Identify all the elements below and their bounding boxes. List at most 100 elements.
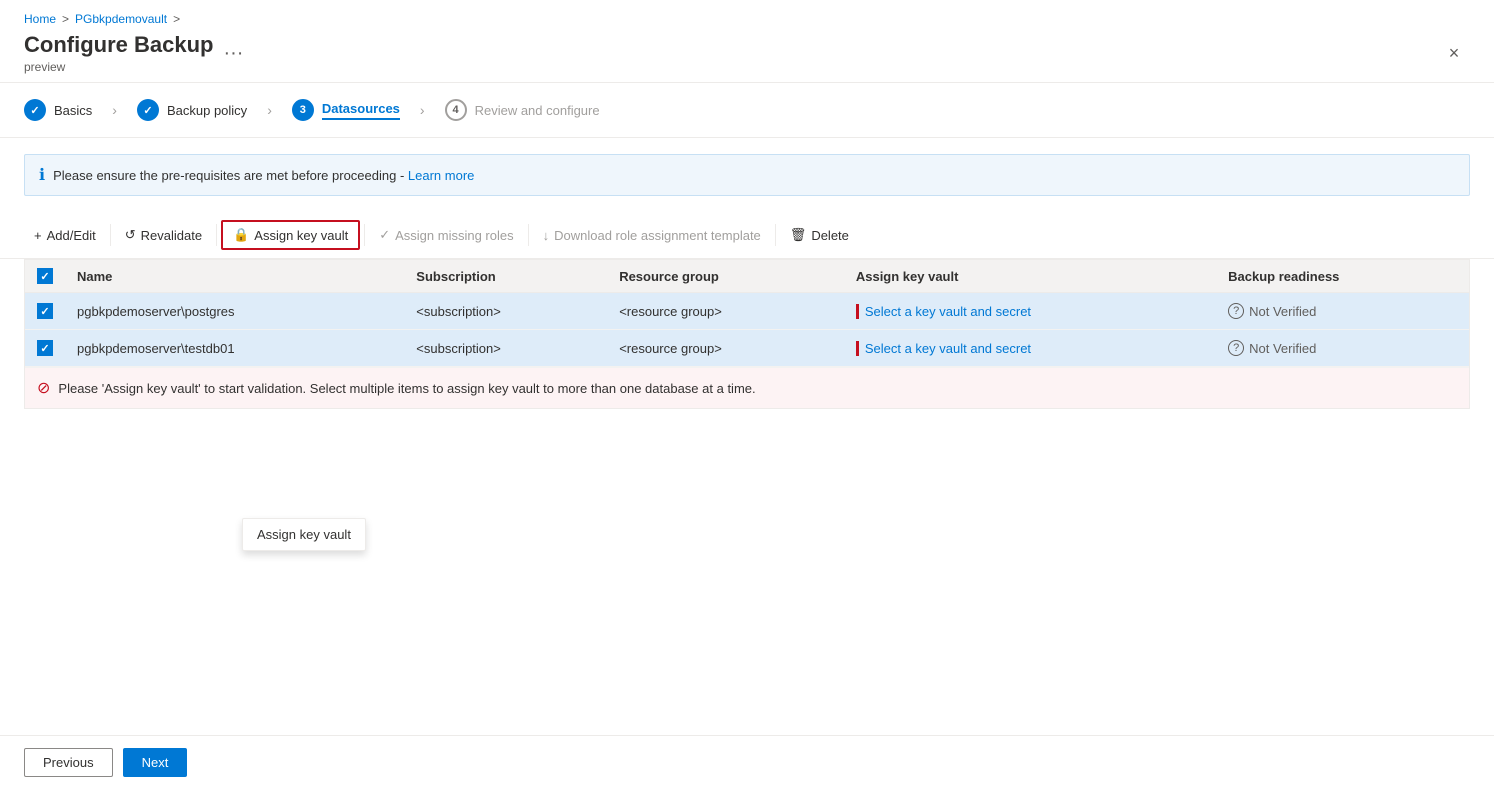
col-subscription: Subscription	[404, 260, 607, 293]
error-icon: ⊘	[37, 378, 50, 398]
learn-more-link[interactable]: Learn more	[408, 168, 474, 183]
row2-backup-readiness: ? Not Verified	[1216, 330, 1469, 367]
row1-not-verified: ? Not Verified	[1228, 303, 1457, 319]
steps-bar: ✓ Basics › ✓ Backup policy › 3 Datasourc…	[0, 83, 1494, 138]
step-datasources[interactable]: 3 Datasources	[276, 99, 416, 121]
col-assign-key-vault: Assign key vault	[844, 260, 1216, 293]
revalidate-icon: ↺	[125, 227, 136, 243]
row1-checkbox[interactable]: ✓	[37, 303, 53, 319]
datasources-table: ✓ Name Subscription Resource group Assig…	[25, 260, 1469, 367]
add-edit-label: Add/Edit	[47, 228, 96, 243]
row1-name: pgbkpdemoserver\postgres	[65, 293, 404, 330]
table-header-row: ✓ Name Subscription Resource group Assig…	[25, 260, 1469, 293]
row1-checkbox-cell: ✓	[25, 293, 65, 330]
add-icon: +	[34, 228, 42, 243]
row2-resource-group: <resource group>	[607, 330, 844, 367]
row2-assign-key-vault: Select a key vault and secret	[844, 330, 1216, 367]
close-button[interactable]: ×	[1438, 37, 1470, 69]
download-icon: ↓	[543, 228, 550, 243]
row1-question-icon: ?	[1228, 303, 1244, 319]
subtitle-text: preview	[24, 60, 213, 74]
delete-label: Delete	[811, 228, 849, 243]
row1-assign-key-vault: Select a key vault and secret	[844, 293, 1216, 330]
step-backup-policy[interactable]: ✓ Backup policy	[121, 99, 263, 121]
check-icon: ✓	[379, 227, 390, 243]
select-all-check: ✓	[40, 270, 49, 283]
assign-key-vault-tooltip: Assign key vault	[242, 518, 366, 551]
step-basics-label: Basics	[54, 103, 92, 118]
revalidate-label: Revalidate	[141, 228, 202, 243]
toolbar-sep-1	[110, 224, 111, 246]
step-datasources-circle: 3	[292, 99, 314, 121]
toolbar-sep-3	[364, 224, 365, 246]
assign-missing-roles-label: Assign missing roles	[395, 228, 514, 243]
info-text: Please ensure the pre-requisites are met…	[53, 168, 474, 183]
step-policy-label: Backup policy	[167, 103, 247, 118]
row1-resource-group: <resource group>	[607, 293, 844, 330]
table-container: ✓ Name Subscription Resource group Assig…	[24, 259, 1470, 409]
error-banner: ⊘ Please 'Assign key vault' to start val…	[25, 367, 1469, 408]
row2-checkbox-cell: ✓	[25, 330, 65, 367]
header: Home > PGbkpdemovault > Configure Backup…	[0, 0, 1494, 83]
col-checkbox: ✓	[25, 260, 65, 293]
select-all-checkbox[interactable]: ✓	[37, 268, 53, 284]
error-text: Please 'Assign key vault' to start valid…	[58, 381, 755, 396]
step-review-label: Review and configure	[475, 103, 600, 118]
previous-button[interactable]: Previous	[24, 748, 113, 777]
row1-check: ✓	[40, 305, 49, 318]
main-content: ℹ Please ensure the pre-requisites are m…	[0, 138, 1494, 789]
toolbar-sep-5	[775, 224, 776, 246]
row2-check: ✓	[40, 342, 49, 355]
breadcrumb-sep1: >	[62, 12, 69, 26]
assign-key-vault-label: Assign key vault	[254, 228, 348, 243]
row1-backup-readiness: ? Not Verified	[1216, 293, 1469, 330]
col-backup-readiness: Backup readiness	[1216, 260, 1469, 293]
step-sep-3: ›	[416, 102, 429, 118]
page-container: Home > PGbkpdemovault > Configure Backup…	[0, 0, 1494, 789]
row1-key-vault-link[interactable]: Select a key vault and secret	[856, 304, 1031, 319]
toolbar-sep-2	[216, 224, 217, 246]
key-vault-icon: 🔒	[233, 227, 249, 243]
step-sep-2: ›	[263, 102, 276, 118]
table-row: ✓ pgbkpdemoserver\postgres <subscription…	[25, 293, 1469, 330]
revalidate-button[interactable]: ↺ Revalidate	[115, 222, 212, 248]
step-policy-circle: ✓	[137, 99, 159, 121]
toolbar-sep-4	[528, 224, 529, 246]
row2-key-vault-link[interactable]: Select a key vault and secret	[856, 341, 1031, 356]
step-basics-circle: ✓	[24, 99, 46, 121]
download-template-button[interactable]: ↓ Download role assignment template	[533, 223, 771, 248]
more-options-button[interactable]: ···	[223, 42, 243, 65]
delete-icon: 🗑	[790, 227, 807, 243]
title-text: Configure Backup	[24, 32, 213, 58]
page-title: Configure Backup preview	[24, 32, 213, 74]
title-row: Configure Backup preview ··· ×	[24, 32, 1470, 74]
col-resource-group: Resource group	[607, 260, 844, 293]
footer: Previous Next	[0, 735, 1494, 789]
toolbar: + Add/Edit ↺ Revalidate 🔒 Assign key vau…	[0, 212, 1494, 259]
step-basics[interactable]: ✓ Basics	[24, 99, 108, 121]
step-sep-1: ›	[108, 102, 121, 118]
breadcrumb-sep2: >	[173, 12, 180, 26]
row2-not-verified: ? Not Verified	[1228, 340, 1457, 356]
next-button[interactable]: Next	[123, 748, 188, 777]
row2-name: pgbkpdemoserver\testdb01	[65, 330, 404, 367]
info-banner: ℹ Please ensure the pre-requisites are m…	[24, 154, 1470, 196]
assign-missing-roles-button[interactable]: ✓ Assign missing roles	[369, 222, 523, 248]
add-edit-button[interactable]: + Add/Edit	[24, 223, 106, 248]
download-template-label: Download role assignment template	[554, 228, 761, 243]
col-name: Name	[65, 260, 404, 293]
assign-key-vault-button[interactable]: 🔒 Assign key vault	[221, 220, 360, 250]
step-review-circle: 4	[445, 99, 467, 121]
row2-subscription: <subscription>	[404, 330, 607, 367]
step-datasources-label: Datasources	[322, 101, 400, 120]
breadcrumb: Home > PGbkpdemovault >	[24, 12, 1470, 26]
row2-question-icon: ?	[1228, 340, 1244, 356]
row1-subscription: <subscription>	[404, 293, 607, 330]
row2-checkbox[interactable]: ✓	[37, 340, 53, 356]
step-review[interactable]: 4 Review and configure	[429, 99, 616, 121]
delete-button[interactable]: 🗑 Delete	[780, 222, 859, 248]
breadcrumb-vault[interactable]: PGbkpdemovault	[75, 12, 167, 26]
breadcrumb-home[interactable]: Home	[24, 12, 56, 26]
table-row: ✓ pgbkpdemoserver\testdb01 <subscription…	[25, 330, 1469, 367]
info-icon: ℹ	[39, 165, 45, 185]
